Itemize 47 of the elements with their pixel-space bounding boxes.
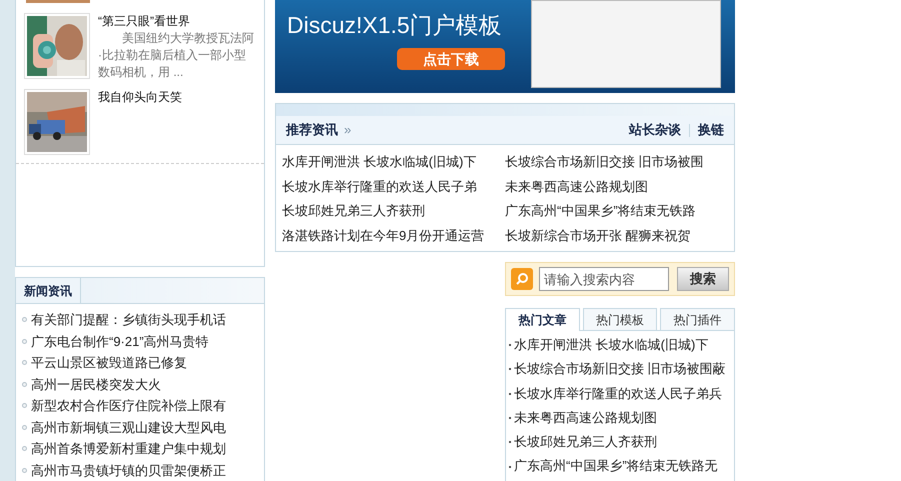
bullet-icon (22, 338, 27, 344)
news-link[interactable]: 高州首条博爱新村重建户集中规划 (31, 438, 226, 460)
news-link[interactable]: 高州市新垌镇三观山建设大型风电 (31, 416, 226, 438)
hot-link[interactable]: 长坡水库举行隆重的欢送人民子弟兵 (514, 382, 722, 406)
more-icon: » (344, 120, 352, 140)
tab[interactable]: 热门模板 (582, 308, 658, 330)
panel-title: 推荐资讯 (286, 121, 338, 140)
bullet-icon (22, 360, 27, 366)
bullet-icon (22, 382, 27, 387)
tab[interactable]: 热门文章 (505, 308, 580, 331)
recommend-link[interactable]: 长坡邱姓兄弟三人齐获刑 (282, 199, 505, 224)
bullet-icon (22, 424, 27, 430)
recommend-link[interactable]: 洛湛铁路计划在今年9月份开通运营 (282, 224, 505, 248)
recommend-link[interactable]: 长坡水库举行隆重的欢送人民子弟 (282, 174, 505, 200)
banner-title: Discuz!X1.5门户模板 (287, 11, 503, 40)
news-link[interactable]: 广东电台制作“9·21”高州马贵特 (31, 330, 209, 352)
hot-link[interactable]: 长坡综合市场新旧交接 旧市场被围蔽 (514, 357, 726, 382)
search-icon (511, 268, 533, 290)
header-link[interactable]: 换链 (698, 120, 724, 140)
recommend-link[interactable]: 广东高州“中国果乡”将结束无铁路 (505, 199, 728, 224)
tab-indicator (26, 0, 90, 3)
recommend-link[interactable]: 未来粤西高速公路规划图 (505, 174, 728, 200)
hot-link[interactable]: 长坡邱姓兄弟三人齐获刑 (514, 430, 657, 454)
bullet-icon (22, 446, 27, 452)
bullet-icon (22, 403, 27, 408)
bullet-icon (22, 317, 27, 322)
search-field[interactable]: 请输入搜索内容 (539, 267, 669, 291)
tab[interactable]: 热门插件 (660, 308, 736, 330)
search-button[interactable]: 搜索 (677, 267, 729, 291)
hot-link[interactable]: 未来粤西高速公路规划图 (514, 406, 657, 430)
news-link[interactable]: 平云山景区被毁道路已修复 (31, 352, 187, 374)
recommend-link[interactable]: 水库开闸泄洪 长坡水临城(旧城)下 (282, 150, 505, 175)
recommend-link[interactable]: 长坡新综合市场开张 醒狮来祝贺 (505, 224, 728, 248)
hot-link[interactable]: 广东高州“中国果乡”将结束无铁路无 (514, 454, 718, 479)
header-link[interactable]: 站长杂谈 (629, 120, 681, 140)
news-summary: 美国纽约大学教授瓦法阿·比拉勒在脑后植入一部小型数码相机，用 ... (98, 30, 255, 81)
news-link[interactable]: 有关部门提醒：乡镇街头现手机话 (31, 309, 226, 330)
news-title[interactable]: “第三只眼”看世界 (98, 13, 256, 30)
recommend-link[interactable]: 长坡综合市场新旧交接 旧市场被围 (505, 150, 728, 175)
news-title[interactable]: 我自仰头向天笑 (98, 89, 182, 106)
news-link[interactable]: 高州一居民楼突发大火 (31, 374, 161, 395)
panel-title: 新闻资讯 (16, 278, 81, 303)
banner[interactable]: Discuz!X1.5门户模板 点击下载 (275, 0, 735, 94)
news-link[interactable]: 新型农村合作医疗住院补偿上限有 (31, 395, 226, 416)
news-link[interactable]: 高州市马贵镇圩镇的贝雷架便桥正 (31, 460, 226, 481)
hot-link[interactable]: 水库开闸泄洪 长坡水临城(旧城)下 (514, 333, 708, 358)
bullet-icon (22, 468, 27, 473)
